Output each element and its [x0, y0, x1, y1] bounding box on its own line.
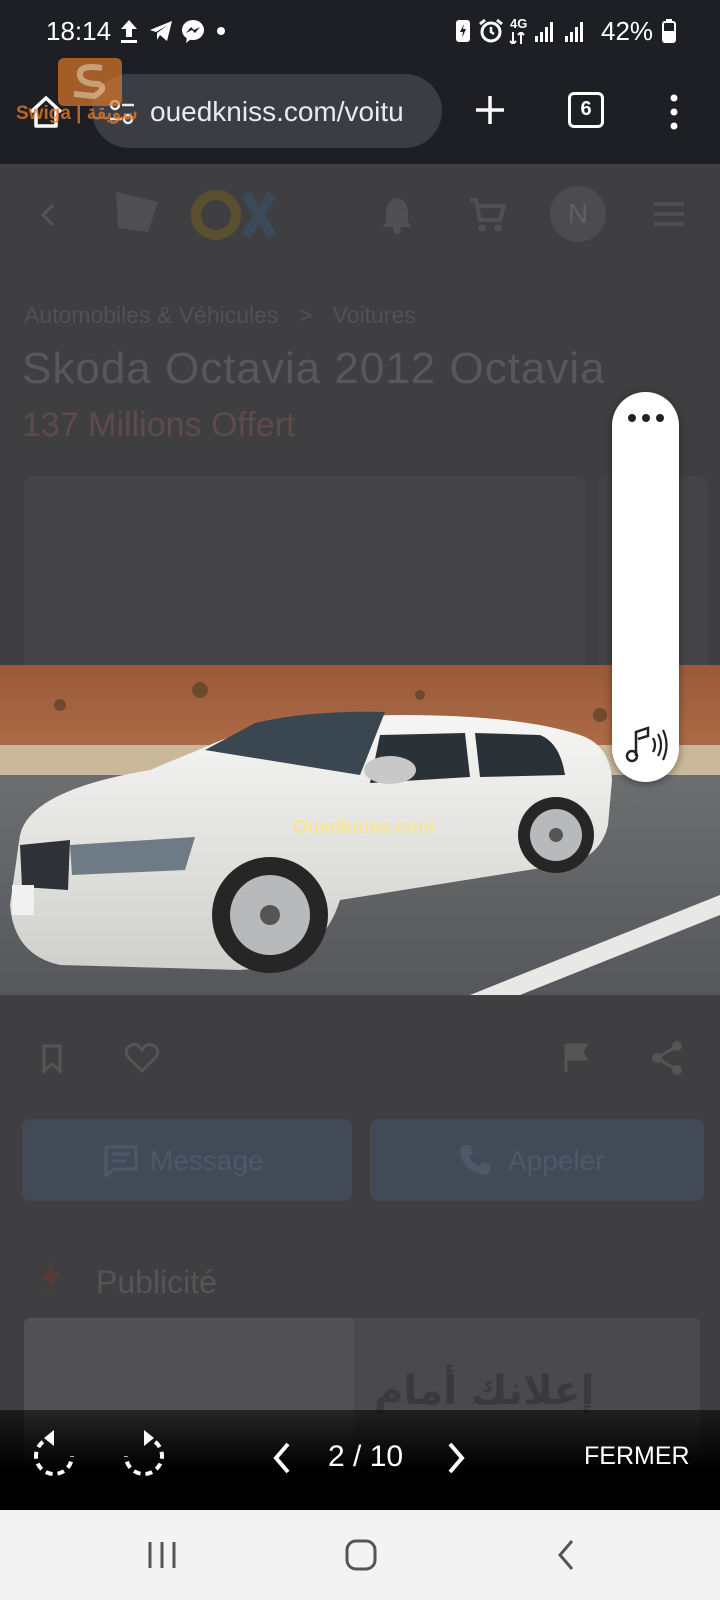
message-button[interactable]: Message	[22, 1119, 352, 1201]
account-avatar[interactable]: N	[550, 186, 606, 242]
tab-count: 6	[580, 98, 592, 120]
battery-icon	[662, 19, 676, 43]
cart-icon[interactable]	[468, 196, 506, 234]
signal-strength-icon-2	[565, 22, 583, 42]
new-tab-icon[interactable]	[472, 92, 508, 128]
breadcrumb: Automobiles & Véhicules > Voitures	[24, 302, 416, 329]
network-type-label: 4G	[510, 16, 528, 31]
channel-watermark: Swiga | سويقة	[16, 50, 166, 146]
listing-price: 137 Millions Offert	[22, 406, 296, 444]
upload-icon	[121, 20, 137, 43]
message-button-label: Message	[150, 1145, 264, 1176]
ad-section-label: Publicité	[96, 1264, 217, 1300]
alarm-icon	[479, 18, 503, 43]
bookmark-icon[interactable]	[40, 1044, 64, 1074]
media-controls-pill[interactable]	[612, 392, 679, 782]
messenger-icon	[182, 20, 204, 43]
music-sound-icon[interactable]	[624, 726, 668, 764]
close-viewer-button[interactable]: FERMER	[584, 1442, 690, 1471]
photo-watermark: Ouedkniss.com	[293, 817, 435, 838]
telegram-icon	[150, 21, 172, 41]
call-button-label: Appeler	[508, 1145, 605, 1176]
back-button-icon[interactable]	[554, 1538, 578, 1572]
message-icon	[104, 1145, 138, 1177]
hamburger-menu-icon[interactable]	[652, 200, 686, 228]
battery-saver-icon	[456, 20, 470, 42]
breadcrumb-separator: >	[298, 302, 313, 328]
ad-banner-text: إعلانك أمام	[374, 1368, 595, 1414]
watermark-text: Swiga | سويقة	[16, 103, 138, 124]
phone-icon	[460, 1145, 490, 1175]
signal-strength-icon-1	[535, 22, 553, 42]
image-counter: 2 / 10	[328, 1440, 404, 1473]
breadcrumb-parent[interactable]: Automobiles & Véhicules	[24, 302, 278, 328]
rotate-left-icon[interactable]	[32, 1430, 76, 1480]
share-icon[interactable]	[650, 1040, 684, 1076]
pill-more-icon[interactable]	[626, 412, 666, 424]
ouedkniss-logo-icon[interactable]	[108, 182, 278, 248]
notification-dot-icon	[217, 27, 225, 35]
more-options-icon[interactable]	[664, 92, 684, 132]
tab-switcher-button[interactable]: 6	[568, 92, 604, 128]
lightning-icon	[42, 1260, 60, 1296]
next-image-icon[interactable]	[444, 1440, 468, 1476]
system-navigation-bar	[0, 1510, 720, 1600]
listing-title: Skoda Octavia 2012 Octavia	[22, 344, 606, 393]
home-button-icon[interactable]	[344, 1538, 378, 1572]
status-time: 18:14	[46, 16, 112, 46]
breadcrumb-current[interactable]: Voitures	[333, 302, 416, 328]
battery-percent: 42%	[601, 16, 654, 46]
image-viewer-toolbar: 2 / 10 FERMER	[0, 1410, 720, 1510]
url-text: ouedkniss.com/voitu	[150, 96, 404, 127]
site-header: N	[0, 164, 720, 264]
recent-apps-icon[interactable]	[146, 1540, 178, 1570]
favorite-heart-icon[interactable]	[124, 1042, 160, 1074]
call-button[interactable]: Appeler	[370, 1119, 704, 1201]
watermark-logo-icon	[58, 58, 122, 106]
back-chevron-icon[interactable]	[38, 202, 58, 228]
rotate-right-icon[interactable]	[122, 1430, 166, 1480]
avatar-initial: N	[567, 198, 589, 229]
previous-image-icon[interactable]	[270, 1440, 294, 1476]
data-arrows-icon	[509, 32, 525, 44]
notifications-bell-icon[interactable]	[380, 196, 414, 234]
report-flag-icon[interactable]	[562, 1042, 592, 1074]
